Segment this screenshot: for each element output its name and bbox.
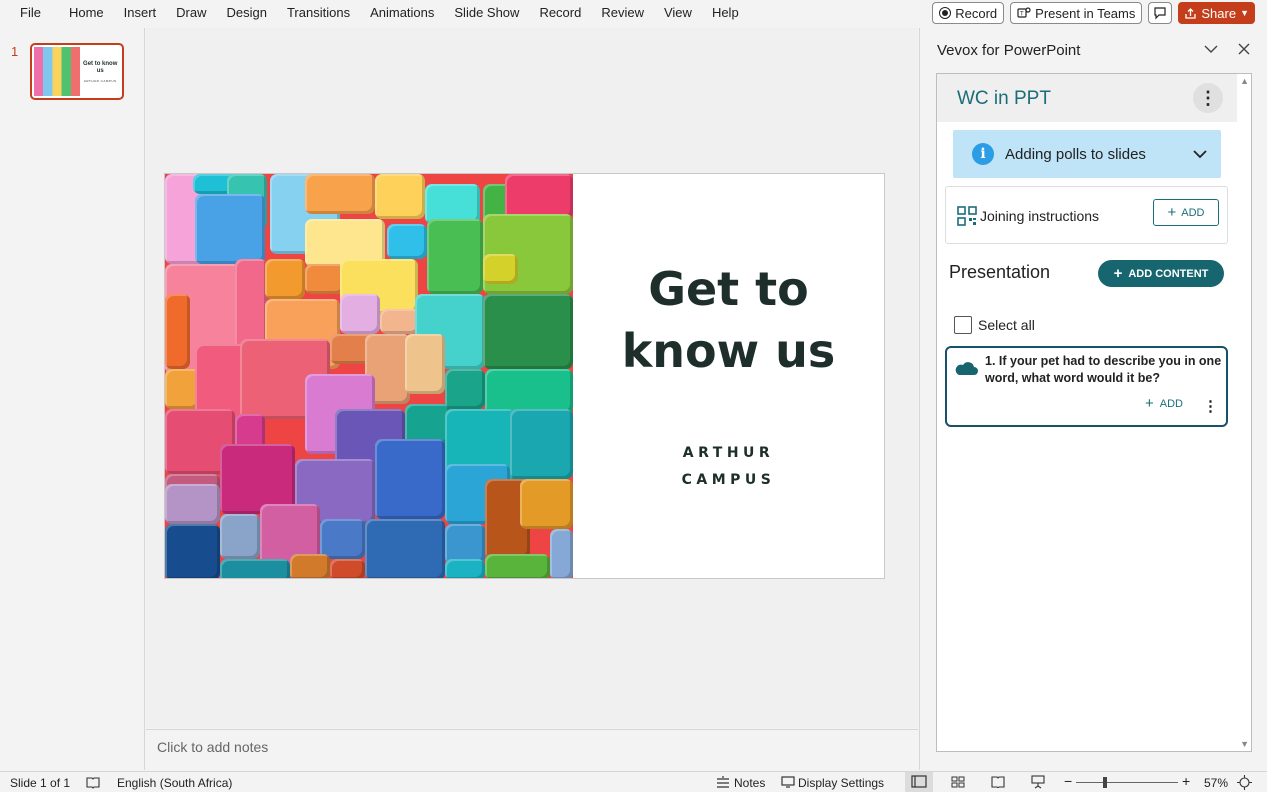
slide-subtitle-line-2: CAMPUS (681, 472, 776, 488)
display-settings-icon (781, 776, 795, 788)
menu-bar: File Home Insert Draw Design Transitions… (0, 0, 1267, 26)
colorful-blocks-image[interactable] (165, 174, 573, 578)
add-poll-label: ADD (1159, 397, 1183, 410)
zoom-out-button[interactable]: − (1064, 773, 1072, 789)
thumbnail-slide-number: 1 (11, 44, 19, 59)
share-button[interactable]: Share ▼ (1178, 2, 1255, 24)
menu-insert[interactable]: Insert (114, 0, 167, 26)
select-all-control[interactable]: Select all (954, 316, 1035, 334)
menu-view[interactable]: View (654, 0, 702, 26)
notes-pane[interactable]: Click to add notes (146, 729, 918, 770)
present-in-teams-button[interactable]: T Present in Teams (1010, 2, 1143, 24)
menu-help[interactable]: Help (702, 0, 749, 26)
language-indicator[interactable]: English (South Africa) (117, 776, 232, 790)
add-poll-button[interactable]: + ADD (1145, 396, 1183, 411)
scrollbar[interactable]: ▲ ▼ (1237, 74, 1251, 751)
vevox-header: WC in PPT ⋮ (937, 74, 1237, 122)
info-banner-text: Adding polls to slides (1005, 146, 1146, 163)
chevron-down-icon[interactable] (1193, 149, 1207, 159)
vevox-task-pane: Vevox for PowerPoint ▲ ▼ WC in PPT ⋮ i A… (919, 28, 1267, 770)
teams-icon: T (1017, 7, 1031, 18)
zoom-in-button[interactable]: + (1182, 773, 1190, 789)
scroll-up-icon[interactable]: ▲ (1240, 76, 1249, 86)
menu-right-actions: Record T Present in Teams Share ▼ (932, 0, 1255, 26)
record-icon (939, 7, 952, 19)
slide-subtitle-line-1: ARTHUR (682, 445, 775, 461)
info-icon: i (972, 143, 994, 165)
add-joining-instructions-button[interactable]: + ADD (1153, 199, 1219, 226)
poll-card[interactable]: 1. If your pet had to describe you in on… (945, 346, 1228, 427)
slide-title-line-2: know us (621, 324, 836, 378)
slide-text-area[interactable]: Get to know us ARTHUR CAMPUS (573, 174, 884, 578)
status-bar: Slide 1 of 1 English (South Africa) Note… (0, 771, 1267, 792)
notes-toggle[interactable]: Notes (734, 776, 765, 790)
close-icon[interactable] (1238, 43, 1250, 55)
select-all-checkbox[interactable] (954, 316, 972, 334)
select-all-label: Select all (978, 317, 1035, 333)
menu-slide-show[interactable]: Slide Show (444, 0, 529, 26)
svg-text:T: T (1020, 12, 1024, 18)
menu-draw[interactable]: Draw (166, 0, 216, 26)
menu-review[interactable]: Review (591, 0, 654, 26)
slide-sorter-icon[interactable] (951, 776, 965, 788)
plus-icon: + (1167, 204, 1177, 221)
scroll-down-icon[interactable]: ▼ (1240, 739, 1249, 749)
menu-home[interactable]: Home (59, 0, 114, 26)
record-button[interactable]: Record (932, 2, 1005, 24)
menu-transitions[interactable]: Transitions (277, 0, 360, 26)
task-pane-title: Vevox for PowerPoint (937, 42, 1081, 59)
joining-instructions-card: Joining instructions + ADD (945, 186, 1228, 244)
more-options-icon[interactable]: ⋮ (1203, 397, 1218, 415)
word-cloud-icon (955, 362, 978, 375)
menu-design[interactable]: Design (217, 0, 277, 26)
fit-to-window-icon[interactable] (1237, 775, 1252, 790)
slide-thumbnails-pane: 1 Get to know us ARTHUR CAMPUS (0, 28, 145, 770)
notes-icon (717, 776, 729, 788)
add-button-label: ADD (1181, 206, 1205, 219)
poll-question: 1. If your pet had to describe you in on… (985, 354, 1222, 385)
chevron-down-icon: ▼ (1240, 8, 1249, 18)
qr-code-icon (957, 206, 977, 226)
plus-icon: + (1113, 265, 1123, 282)
normal-view-icon[interactable] (905, 772, 933, 792)
book-check-icon[interactable] (86, 776, 100, 789)
thumbnail-image (34, 47, 81, 96)
chevron-down-icon[interactable] (1204, 44, 1218, 54)
menu-record[interactable]: Record (529, 0, 591, 26)
session-title: WC in PPT (957, 88, 1051, 109)
add-content-label: ADD CONTENT (1128, 267, 1209, 280)
thumbnail-subtitle: ARTHUR CAMPUS (83, 78, 117, 83)
add-content-button[interactable]: + ADD CONTENT (1098, 260, 1224, 287)
notes-placeholder: Click to add notes (157, 739, 269, 755)
slide-show-icon[interactable] (1031, 775, 1045, 789)
slide-editing-area: Get to know us ARTHUR CAMPUS (146, 28, 918, 728)
slide-subtitle[interactable]: ARTHUR CAMPUS (682, 440, 776, 494)
zoom-level[interactable]: 57% (1204, 776, 1228, 790)
share-label: Share (1201, 5, 1237, 21)
joining-instructions-label: Joining instructions (980, 208, 1100, 224)
present-in-teams-label: Present in Teams (1035, 5, 1136, 21)
reading-view-icon[interactable] (991, 776, 1005, 788)
slide-title[interactable]: Get to know us (622, 258, 836, 382)
zoom-slider-thumb[interactable] (1103, 777, 1107, 788)
slide-count: Slide 1 of 1 (10, 776, 71, 790)
more-options-icon[interactable]: ⋮ (1193, 83, 1223, 113)
slide-canvas[interactable]: Get to know us ARTHUR CAMPUS (164, 173, 885, 579)
presentation-heading: Presentation (949, 262, 1051, 282)
thumbnail-title: Get to know us (83, 60, 118, 74)
display-settings-button[interactable]: Display Settings (798, 776, 884, 790)
info-banner[interactable]: i Adding polls to slides (953, 130, 1221, 178)
comment-icon (1154, 7, 1166, 20)
slide-title-line-1: Get to (648, 262, 809, 316)
record-button-label: Record (955, 5, 998, 21)
zoom-slider[interactable] (1076, 782, 1178, 783)
share-icon (1185, 7, 1197, 19)
comments-button[interactable] (1148, 2, 1173, 24)
menu-file[interactable]: File (0, 0, 59, 26)
vevox-addin-frame: ▲ ▼ WC in PPT ⋮ i Adding polls to slides (936, 73, 1252, 752)
plus-icon: + (1145, 395, 1154, 412)
slide-thumbnail-1[interactable]: Get to know us ARTHUR CAMPUS (30, 43, 124, 100)
menu-animations[interactable]: Animations (360, 0, 444, 26)
